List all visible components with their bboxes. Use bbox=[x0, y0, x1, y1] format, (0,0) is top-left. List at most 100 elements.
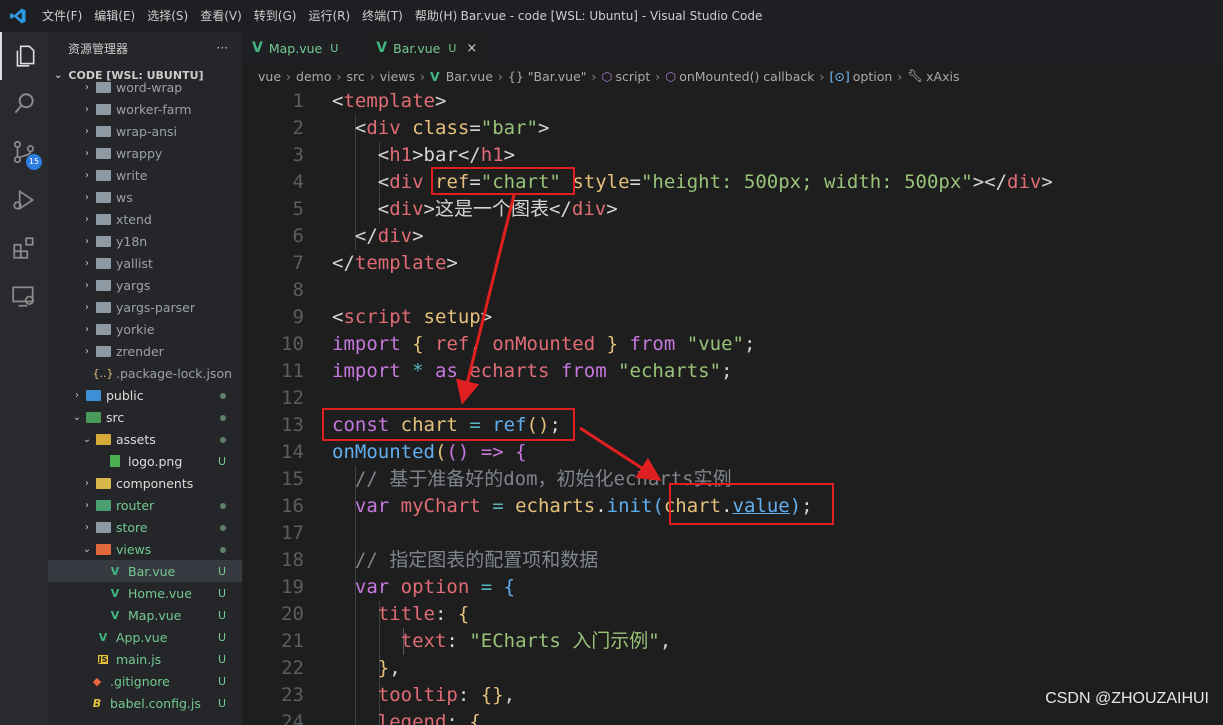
tree-label: xtend bbox=[116, 211, 152, 227]
chevron-right-icon: › bbox=[75, 389, 79, 401]
tree-file[interactable]: V Home.vue U bbox=[48, 582, 242, 604]
menu-edit[interactable]: 编辑(E) bbox=[88, 0, 141, 32]
code-text: // 指定图表的配置项和数据 bbox=[354, 549, 599, 571]
menu-bar: 文件(F) 编辑(E) 选择(S) 查看(V) 转到(G) 运行(R) 终端(T… bbox=[36, 0, 463, 32]
tree-label: Home.vue bbox=[128, 585, 192, 601]
code-text: <div>这是一个图表</div> bbox=[377, 198, 618, 220]
breadcrumb-item[interactable]: src bbox=[346, 69, 364, 84]
tree-file[interactable]: JS main.js U bbox=[48, 648, 242, 670]
tree-folder[interactable]: ⌄ src bbox=[48, 406, 242, 428]
tree-label: yargs bbox=[116, 277, 151, 293]
chevron-right-icon: › bbox=[819, 68, 825, 84]
menu-terminal[interactable]: 终端(T) bbox=[356, 0, 409, 32]
tree-folder[interactable]: › yorkie bbox=[48, 318, 242, 340]
code-line: 1 <template> bbox=[242, 88, 1223, 115]
code-text: <div class="bar"> bbox=[354, 117, 550, 139]
tree-folder[interactable]: ⌄ assets bbox=[48, 428, 242, 450]
menu-run[interactable]: 运行(R) bbox=[302, 0, 356, 32]
explorer-icon[interactable] bbox=[0, 32, 48, 80]
modified-dot bbox=[220, 499, 226, 512]
tree-file[interactable]: V Map.vue U bbox=[48, 604, 242, 626]
tree-label: yargs-parser bbox=[116, 299, 196, 315]
tree-folder[interactable]: › word-wrap bbox=[48, 76, 242, 98]
line-number: 14 bbox=[281, 441, 304, 463]
tree-folder[interactable]: › wrappy bbox=[48, 142, 242, 164]
symbol-icon: ⬡ bbox=[601, 68, 613, 84]
search-icon[interactable] bbox=[0, 80, 48, 128]
code-editor[interactable]: 1 <template> 2 <div class="bar"> 3 <h1>ba… bbox=[242, 88, 1223, 725]
chevron-right-icon: › bbox=[85, 147, 89, 159]
folder-icon bbox=[94, 80, 112, 94]
tree-file[interactable]: V App.vue U bbox=[48, 626, 242, 648]
line-number: 9 bbox=[292, 306, 304, 328]
run-debug-icon[interactable] bbox=[0, 176, 48, 224]
chevron-right-icon: › bbox=[85, 81, 89, 93]
code-text: var option = { bbox=[354, 576, 516, 598]
untracked-status: U bbox=[217, 652, 226, 666]
more-actions-button[interactable]: ··· bbox=[217, 41, 228, 55]
highlight-chart-value bbox=[669, 483, 834, 525]
tree-folder[interactable]: › yargs-parser bbox=[48, 296, 242, 318]
tree-folder[interactable]: › zrender bbox=[48, 340, 242, 362]
folder-icon bbox=[94, 190, 112, 204]
tree-folder[interactable]: › wrap-ansi bbox=[48, 120, 242, 142]
modified-dot bbox=[220, 521, 226, 534]
chevron-right-icon: › bbox=[85, 191, 89, 203]
close-tab-button[interactable]: × bbox=[466, 41, 477, 56]
highlight-const-chart bbox=[322, 408, 575, 441]
line-number: 23 bbox=[281, 684, 304, 706]
tree-folder[interactable]: › xtend bbox=[48, 208, 242, 230]
menu-selection[interactable]: 选择(S) bbox=[141, 0, 194, 32]
code-text: <script setup> bbox=[332, 306, 493, 328]
tree-folder[interactable]: › worker-farm bbox=[48, 98, 242, 120]
tree-file[interactable]: {..} .package-lock.json bbox=[48, 362, 242, 384]
code-line: 2 <div class="bar"> bbox=[242, 115, 1223, 142]
breadcrumb-item[interactable]: vue bbox=[258, 69, 281, 84]
breadcrumb-item[interactable]: demo bbox=[296, 69, 331, 84]
tree-folder[interactable]: › yallist bbox=[48, 252, 242, 274]
code-line: 4 <div ref="chart" style="height: 500px;… bbox=[242, 169, 1223, 196]
tree-folder[interactable]: ⌄ views bbox=[48, 538, 242, 560]
code-line: 11 import * as echarts from "echarts"; bbox=[242, 358, 1223, 385]
tree-folder[interactable]: › write bbox=[48, 164, 242, 186]
code-line: 9 <script setup> bbox=[242, 304, 1223, 331]
code-text: import { ref, onMounted } from "vue"; bbox=[332, 333, 756, 355]
breadcrumb-item[interactable]: {} "Bar.vue" bbox=[508, 69, 587, 84]
breadcrumb-item[interactable]: xAxis bbox=[926, 69, 959, 84]
tree-folder[interactable]: › yargs bbox=[48, 274, 242, 296]
tab-bar-vue[interactable]: V Bar.vue U × bbox=[366, 32, 488, 64]
source-control-icon[interactable]: 15 bbox=[0, 128, 48, 176]
extensions-icon[interactable] bbox=[0, 224, 48, 272]
code-line: 7 </template> bbox=[242, 250, 1223, 277]
vue-file-icon: V bbox=[252, 40, 263, 56]
tab-status: U bbox=[330, 41, 339, 55]
tree-file-selected[interactable]: V Bar.vue U bbox=[48, 560, 242, 582]
tree-folder[interactable]: › store bbox=[48, 516, 242, 538]
menu-file[interactable]: 文件(F) bbox=[36, 0, 88, 32]
line-number: 12 bbox=[281, 387, 304, 409]
remote-explorer-icon[interactable] bbox=[0, 272, 48, 320]
menu-go[interactable]: 转到(G) bbox=[248, 0, 303, 32]
tree-file[interactable]: logo.png U bbox=[48, 450, 242, 472]
menu-help[interactable]: 帮助(H) bbox=[409, 0, 463, 32]
menu-view[interactable]: 查看(V) bbox=[194, 0, 248, 32]
tree-folder[interactable]: › components bbox=[48, 472, 242, 494]
code-line: 5 <div>这是一个图表</div> bbox=[242, 196, 1223, 223]
chevron-right-icon: › bbox=[336, 68, 342, 84]
line-number: 24 bbox=[281, 711, 304, 725]
tree-folder[interactable]: › ws bbox=[48, 186, 242, 208]
tree-folder[interactable]: › router bbox=[48, 494, 242, 516]
breadcrumb-item[interactable]: option bbox=[853, 69, 893, 84]
tree-folder[interactable]: › public bbox=[48, 384, 242, 406]
tab-map-vue[interactable]: V Map.vue U bbox=[242, 32, 348, 64]
tree-folder[interactable]: › y18n bbox=[48, 230, 242, 252]
tree-file[interactable]: ◆ .gitignore U bbox=[48, 670, 242, 692]
line-number: 21 bbox=[281, 630, 304, 652]
code-line: 10 import { ref, onMounted } from "vue"; bbox=[242, 331, 1223, 358]
breadcrumb-item[interactable]: views bbox=[380, 69, 415, 84]
tree-file[interactable]: Bbabel.config.js U bbox=[48, 692, 242, 714]
breadcrumb-item[interactable]: script bbox=[615, 69, 650, 84]
chevron-right-icon: › bbox=[85, 345, 89, 357]
breadcrumb-item[interactable]: Bar.vue bbox=[446, 69, 493, 84]
breadcrumb-item[interactable]: onMounted() callback bbox=[679, 69, 814, 84]
